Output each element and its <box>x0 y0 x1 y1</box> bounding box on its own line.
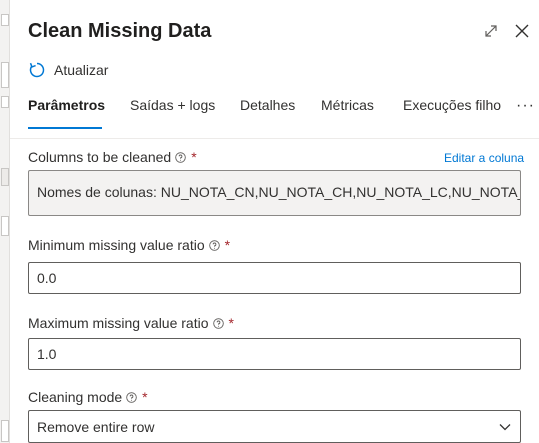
help-icon[interactable] <box>212 317 224 329</box>
required-marker: * <box>228 315 234 331</box>
max-ratio-field-label: Maximum missing value ratio * <box>28 315 234 331</box>
edit-column-link[interactable]: Editar a coluna <box>444 151 524 165</box>
cleaning-mode-field-label: Cleaning mode * <box>28 389 148 405</box>
help-icon[interactable] <box>126 391 137 403</box>
background-fragment <box>1 216 9 236</box>
tab-parametros[interactable]: Parâmetros <box>28 97 105 113</box>
columns-label-text: Columns to be cleaned <box>28 149 172 165</box>
required-marker: * <box>191 149 197 165</box>
cleaning-mode-label-text: Cleaning mode <box>28 389 123 405</box>
max-ratio-label-text: Maximum missing value ratio <box>28 315 209 331</box>
help-icon[interactable] <box>175 151 186 163</box>
cleaning-mode-select[interactable]: Remove entire row <box>28 410 521 443</box>
max-ratio-input[interactable]: 1.0 <box>28 338 521 370</box>
refresh-label: Atualizar <box>54 62 109 78</box>
columns-field-label: Columns to be cleaned * <box>28 149 197 165</box>
panel-title: Clean Missing Data <box>28 20 212 42</box>
min-ratio-label-text: Minimum missing value ratio <box>28 237 205 253</box>
close-icon[interactable] <box>513 22 531 40</box>
background-fragment <box>1 14 9 26</box>
min-ratio-input[interactable]: 0.0 <box>28 262 521 294</box>
background-fragment <box>1 62 9 88</box>
background-page-strip <box>0 0 10 443</box>
cleaning-mode-value: Remove entire row <box>37 418 155 435</box>
details-panel: Clean Missing Data Atualizar Parâmetros … <box>10 0 539 443</box>
more-tabs-button[interactable]: ··· <box>516 97 535 115</box>
divider <box>10 138 539 139</box>
expand-icon[interactable] <box>482 22 500 40</box>
background-fragment <box>1 96 9 108</box>
tab-saidas-logs[interactable]: Saídas + logs <box>130 97 215 113</box>
tab-bar: Parâmetros Saídas + logs Detalhes Métric… <box>28 97 539 131</box>
tab-execucoes-filho[interactable]: Execuções filho <box>403 97 501 113</box>
refresh-icon <box>29 62 45 78</box>
active-tab-indicator <box>28 127 102 129</box>
background-fragment <box>1 420 9 442</box>
chevron-down-icon <box>499 424 511 431</box>
refresh-button[interactable]: Atualizar <box>28 61 108 79</box>
tab-metricas[interactable]: Métricas <box>321 97 374 113</box>
required-marker: * <box>142 389 148 405</box>
columns-value-box: Nomes de colunas: NU_NOTA_CN,NU_NOTA_CH,… <box>28 170 521 216</box>
tab-detalhes[interactable]: Detalhes <box>240 97 295 113</box>
required-marker: * <box>224 237 231 253</box>
help-icon[interactable] <box>208 239 220 251</box>
min-ratio-field-label: Minimum missing value ratio * <box>28 237 230 253</box>
background-fragment <box>1 168 9 186</box>
